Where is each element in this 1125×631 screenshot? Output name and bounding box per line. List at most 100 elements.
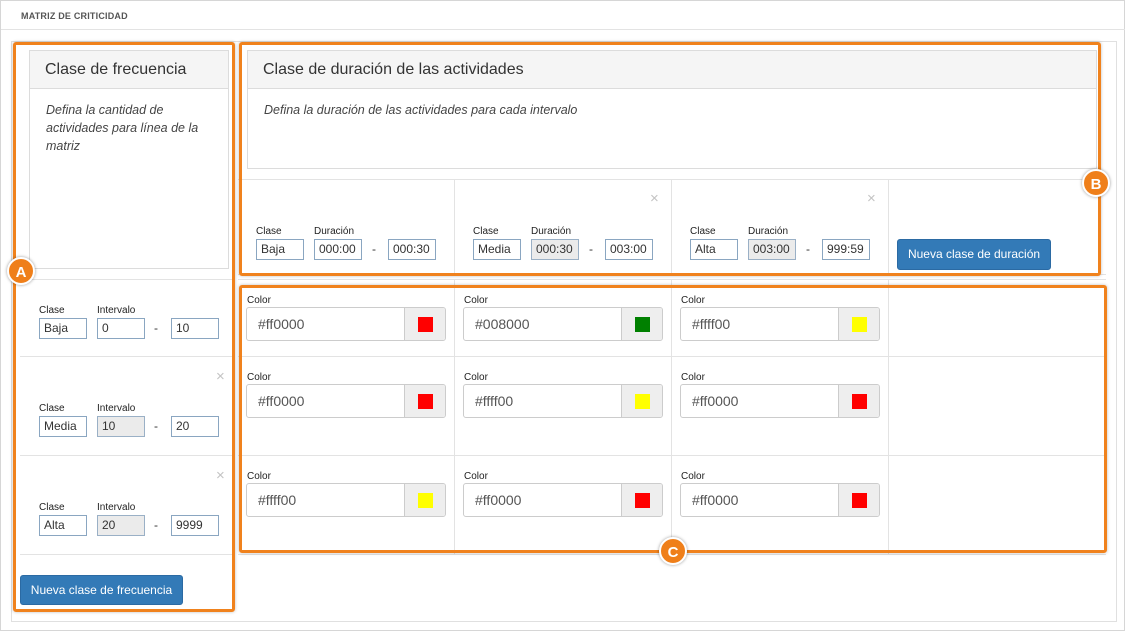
color-swatch-button[interactable]: [621, 308, 662, 340]
color-swatch-button[interactable]: [838, 484, 879, 516]
color-picker[interactable]: #ff0000: [463, 483, 663, 517]
duration-to-input[interactable]: 999:59: [822, 239, 870, 260]
section-title: MATRIZ DE CRITICIDAD: [21, 11, 128, 21]
duration-panel-description: Defina la duración de las actividades pa…: [264, 103, 578, 117]
range-dash: -: [154, 419, 158, 433]
color-swatch: [852, 493, 867, 508]
duracion-label: Duración: [531, 226, 572, 237]
matrix-cell: Color #ffff00: [455, 357, 672, 456]
frequency-to-input[interactable]: 10: [171, 318, 219, 339]
range-dash: -: [589, 242, 593, 256]
color-swatch: [635, 317, 650, 332]
frequency-panel-title: Clase de frecuencia: [30, 51, 228, 89]
criticality-matrix-section: MATRIZ DE CRITICIDAD Clase de frecuencia…: [0, 0, 1125, 631]
color-label: Color: [247, 295, 271, 306]
color-swatch-button[interactable]: [404, 385, 445, 417]
color-picker[interactable]: #ff0000: [680, 384, 880, 418]
color-swatch: [852, 394, 867, 409]
color-hex-value[interactable]: #ffff00: [681, 308, 838, 340]
color-picker[interactable]: #ff0000: [246, 384, 446, 418]
clase-label: Clase: [39, 403, 65, 414]
matrix-empty-cell: [889, 357, 1106, 456]
matrix-cell: Color #ff0000: [455, 456, 672, 555]
section-divider: [1, 29, 1125, 30]
duration-col-new: Nueva clase de duración: [889, 179, 1106, 275]
marker-a: A: [7, 257, 35, 285]
color-swatch-button[interactable]: [621, 385, 662, 417]
color-swatch: [418, 317, 433, 332]
color-hex-value[interactable]: #ff0000: [247, 308, 404, 340]
duration-from-input: 000:30: [531, 239, 579, 260]
color-label: Color: [464, 471, 488, 482]
frequency-from-input: 20: [97, 515, 145, 536]
color-picker[interactable]: #ffff00: [463, 384, 663, 418]
duration-class-input[interactable]: Media: [473, 239, 521, 260]
duration-class-input[interactable]: Alta: [690, 239, 738, 260]
remove-frequency-icon[interactable]: ×: [216, 468, 225, 483]
duration-col-media: × Clase Duración Media 000:30 - 003:00: [455, 179, 672, 275]
range-dash: -: [154, 321, 158, 335]
color-label: Color: [681, 471, 705, 482]
duration-to-input[interactable]: 003:00: [605, 239, 653, 260]
color-hex-value[interactable]: #ffff00: [247, 484, 404, 516]
color-swatch-button[interactable]: [838, 385, 879, 417]
duration-from-input[interactable]: 000:00: [314, 239, 362, 260]
color-label: Color: [247, 372, 271, 383]
remove-duration-icon[interactable]: ×: [650, 191, 659, 206]
matrix-empty-cell: [889, 456, 1106, 555]
color-hex-value[interactable]: #ffff00: [464, 385, 621, 417]
frequency-to-input[interactable]: 9999: [171, 515, 219, 536]
frequency-from-input: 10: [97, 416, 145, 437]
color-picker[interactable]: #ffff00: [246, 483, 446, 517]
duracion-label: Duración: [748, 226, 789, 237]
range-dash: -: [806, 242, 810, 256]
color-picker[interactable]: #ff0000: [680, 483, 880, 517]
matrix-cell: Color #ff0000: [672, 357, 889, 456]
matrix-empty-cell: [889, 279, 1106, 357]
color-picker[interactable]: #ffff00: [680, 307, 880, 341]
remove-duration-icon[interactable]: ×: [867, 191, 876, 206]
color-label: Color: [464, 295, 488, 306]
color-label: Color: [681, 372, 705, 383]
color-hex-value[interactable]: #ff0000: [464, 484, 621, 516]
duration-class-input[interactable]: Baja: [256, 239, 304, 260]
color-hex-value[interactable]: #008000: [464, 308, 621, 340]
intervalo-label: Intervalo: [97, 305, 136, 316]
color-hex-value[interactable]: #ff0000: [247, 385, 404, 417]
duracion-label: Duración: [314, 226, 355, 237]
color-swatch: [852, 317, 867, 332]
frequency-row-media: × Clase Intervalo Media 10 - 20: [20, 357, 232, 456]
duration-panel: Clase de duración de las actividades Def…: [247, 50, 1097, 169]
color-swatch: [635, 394, 650, 409]
duration-to-input[interactable]: 000:30: [388, 239, 436, 260]
frequency-class-input[interactable]: Media: [39, 416, 87, 437]
frequency-from-input[interactable]: 0: [97, 318, 145, 339]
remove-frequency-icon[interactable]: ×: [216, 369, 225, 384]
matrix-cell: Color #ffff00: [238, 456, 455, 555]
color-swatch: [418, 493, 433, 508]
color-swatch-button[interactable]: [838, 308, 879, 340]
color-picker[interactable]: #008000: [463, 307, 663, 341]
frequency-panel: Clase de frecuencia Defina la cantidad d…: [29, 50, 229, 269]
color-label: Color: [681, 295, 705, 306]
duration-from-input: 003:00: [748, 239, 796, 260]
color-swatch-button[interactable]: [404, 308, 445, 340]
color-hex-value[interactable]: #ff0000: [681, 385, 838, 417]
frequency-class-input[interactable]: Baja: [39, 318, 87, 339]
color-swatch-button[interactable]: [404, 484, 445, 516]
intervalo-label: Intervalo: [97, 502, 136, 513]
color-swatch: [635, 493, 650, 508]
frequency-row-alta: × Clase Intervalo Alta 20 - 9999: [20, 456, 232, 555]
range-dash: -: [154, 518, 158, 532]
duration-col-alta: × Clase Duración Alta 003:00 - 999:59: [672, 179, 889, 275]
color-hex-value[interactable]: #ff0000: [681, 484, 838, 516]
duration-col-baja: Clase Duración Baja 000:00 - 000:30: [238, 179, 455, 275]
frequency-class-input[interactable]: Alta: [39, 515, 87, 536]
marker-c: C: [659, 537, 687, 565]
color-picker[interactable]: #ff0000: [246, 307, 446, 341]
color-swatch-button[interactable]: [621, 484, 662, 516]
new-frequency-class-button[interactable]: Nueva clase de frecuencia: [20, 575, 183, 605]
new-duration-class-button[interactable]: Nueva clase de duración: [897, 239, 1051, 270]
color-label: Color: [247, 471, 271, 482]
frequency-to-input[interactable]: 20: [171, 416, 219, 437]
